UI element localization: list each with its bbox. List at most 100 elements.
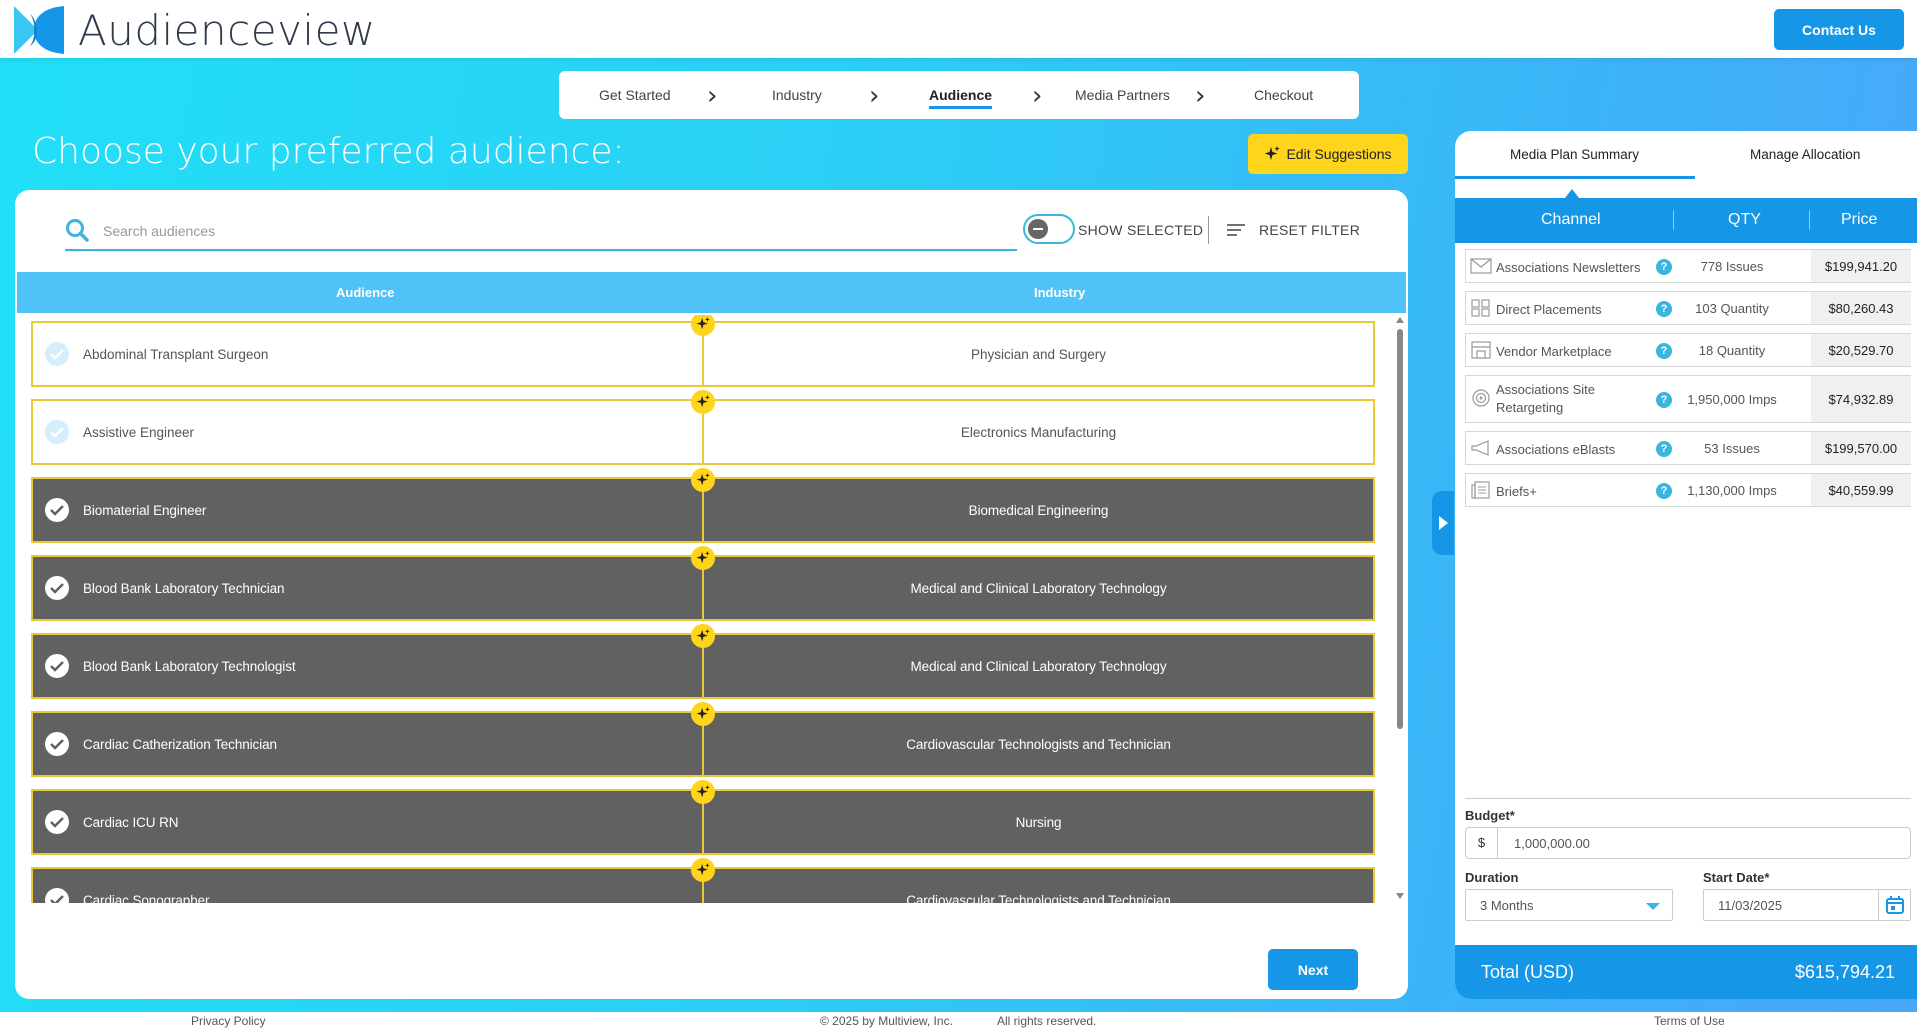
channel-row: Direct Placements ? 103 Quantity $80,260… — [1465, 291, 1911, 325]
show-selected-toggle[interactable] — [1023, 214, 1075, 244]
budget-value: 1,000,000.00 — [1514, 836, 1590, 851]
check-circle-icon[interactable] — [45, 888, 69, 903]
help-icon[interactable]: ? — [1656, 392, 1672, 408]
help-icon[interactable]: ? — [1656, 301, 1672, 317]
channel-table-header: Channel QTY Price — [1455, 198, 1917, 243]
check-circle-icon[interactable] — [45, 498, 69, 522]
channel-price: $74,932.89 — [1811, 376, 1911, 422]
envelope-icon — [1470, 258, 1492, 274]
audience-cell: Cardiac Catherization Technician — [31, 711, 704, 777]
table-row[interactable]: Cardiac Sonographer Cardiovascular Techn… — [31, 858, 1377, 903]
table-row[interactable]: Cardiac ICU RN Nursing — [31, 780, 1377, 857]
tab-manage-allocation[interactable]: Manage Allocation — [1750, 147, 1860, 162]
channel-price: $40,559.99 — [1811, 474, 1911, 506]
help-icon[interactable]: ? — [1656, 483, 1672, 499]
privacy-policy-link[interactable]: Privacy Policy — [191, 1014, 266, 1028]
start-date-field[interactable]: 11/03/2025 — [1703, 889, 1911, 921]
chevron-right-icon: › — [1195, 81, 1206, 111]
list-scrollbar[interactable] — [1393, 315, 1407, 903]
search-bar — [65, 214, 1017, 251]
store-icon — [1471, 341, 1491, 359]
step-audience[interactable]: Audience — [929, 71, 993, 119]
table-row[interactable]: Biomaterial Engineer Biomedical Engineer… — [31, 468, 1377, 545]
audience-cell: Blood Bank Laboratory Technician — [31, 555, 704, 621]
channel-row: Associations eBlasts ? 53 Issues $199,57… — [1465, 431, 1911, 465]
channel-qty: 1,950,000 Imps — [1687, 392, 1777, 407]
copyright-text: © 2025 by Multiview, Inc. — [820, 1014, 953, 1028]
reset-filter-label: RESET FILTER — [1259, 222, 1361, 238]
calendar-icon[interactable] — [1878, 890, 1910, 920]
play-arrow-icon — [1438, 516, 1448, 530]
industry-label: Biomedical Engineering — [968, 503, 1109, 518]
scroll-down-arrow-icon[interactable] — [1396, 893, 1404, 899]
step-media-partners[interactable]: Media Partners — [1075, 71, 1170, 119]
step-industry[interactable]: Industry — [772, 71, 822, 119]
step-get-started[interactable]: Get Started — [599, 71, 671, 119]
active-step-underline — [929, 106, 993, 109]
help-icon[interactable]: ? — [1656, 259, 1672, 275]
help-icon[interactable]: ? — [1656, 441, 1672, 457]
currency-symbol: $ — [1466, 828, 1498, 858]
terms-of-use-link[interactable]: Terms of Use — [1654, 1014, 1725, 1028]
check-circle-icon[interactable] — [45, 732, 69, 756]
start-date-label: Start Date* — [1703, 870, 1770, 885]
channel-price: $199,941.20 — [1811, 250, 1911, 282]
audience-label: Blood Bank Laboratory Technician — [83, 581, 285, 596]
edit-suggestions-button[interactable]: Edit Suggestions — [1248, 134, 1408, 174]
sparkle-icon — [691, 468, 715, 492]
table-row[interactable]: Blood Bank Laboratory Technologist Medic… — [31, 624, 1377, 701]
channel-name: Briefs+ — [1496, 484, 1537, 499]
contact-us-button[interactable]: Contact Us — [1774, 9, 1904, 50]
edit-suggestions-label: Edit Suggestions — [1286, 146, 1392, 162]
scroll-up-arrow-icon[interactable] — [1396, 317, 1404, 323]
chevron-right-icon: › — [1032, 81, 1043, 111]
scrollbar-thumb[interactable] — [1397, 329, 1403, 729]
industry-cell: Cardiovascular Technologists and Technic… — [702, 711, 1375, 777]
panel-collapse-handle[interactable] — [1432, 491, 1454, 555]
check-circle-icon[interactable] — [45, 810, 69, 834]
industry-cell: Cardiovascular Technologists and Technic… — [702, 867, 1375, 903]
audienceview-logo-icon — [14, 6, 64, 54]
audience-list[interactable]: Abdominal Transplant Surgeon Physician a… — [15, 315, 1408, 903]
table-row[interactable]: Abdominal Transplant Surgeon Physician a… — [31, 315, 1377, 389]
channel-qty: 18 Quantity — [1698, 343, 1766, 358]
industry-label: Medical and Clinical Laboratory Technolo… — [910, 659, 1167, 674]
channel-qty: 778 Issues — [1700, 259, 1764, 274]
help-icon[interactable]: ? — [1656, 343, 1672, 359]
target-icon — [1472, 389, 1490, 407]
megaphone-icon — [1471, 440, 1489, 456]
budget-label: Budget* — [1465, 808, 1515, 823]
budget-field[interactable]: $ 1,000,000.00 — [1465, 827, 1911, 859]
channel-row: Associations Site Retargeting ? 1,950,00… — [1465, 375, 1911, 423]
channel-name: Associations Newsletters — [1496, 260, 1641, 275]
check-circle-icon[interactable] — [45, 654, 69, 678]
column-header-industry[interactable]: Industry — [1034, 285, 1085, 300]
channel-name: Associations Site Retargeting — [1496, 382, 1595, 415]
channel-name: Vendor Marketplace — [1496, 344, 1612, 359]
check-circle-icon[interactable] — [45, 420, 69, 444]
column-header-audience[interactable]: Audience — [336, 285, 395, 300]
brand-logo[interactable]: Audienceview — [12, 4, 376, 56]
channel-name: Associations eBlasts — [1496, 442, 1616, 457]
grid-icon — [1471, 299, 1490, 317]
reset-filter-button[interactable]: RESET FILTER — [1227, 222, 1360, 238]
check-circle-icon[interactable] — [45, 576, 69, 600]
table-row[interactable]: Cardiac Catherization Technician Cardiov… — [31, 702, 1377, 779]
tab-media-plan-summary[interactable]: Media Plan Summary — [1510, 147, 1639, 162]
industry-label: Electronics Manufacturing — [960, 425, 1117, 440]
audience-cell: Biomaterial Engineer — [31, 477, 704, 543]
next-button[interactable]: Next — [1268, 949, 1358, 990]
channel-name: Direct Placements — [1496, 302, 1602, 317]
duration-select[interactable]: 3 Months — [1465, 889, 1673, 921]
column-header-qty: QTY — [1728, 211, 1761, 228]
channel-qty: 53 Issues — [1704, 441, 1760, 456]
check-circle-icon[interactable] — [45, 342, 69, 366]
toggle-knob — [1028, 219, 1048, 239]
search-input[interactable] — [103, 218, 983, 244]
table-row[interactable]: Assistive Engineer Electronics Manufactu… — [31, 390, 1377, 467]
step-checkout[interactable]: Checkout — [1254, 71, 1313, 119]
table-row[interactable]: Blood Bank Laboratory Technician Medical… — [31, 546, 1377, 623]
duration-label: Duration — [1465, 870, 1519, 885]
toolbar-divider — [1208, 216, 1209, 244]
column-header-channel: Channel — [1541, 211, 1601, 228]
